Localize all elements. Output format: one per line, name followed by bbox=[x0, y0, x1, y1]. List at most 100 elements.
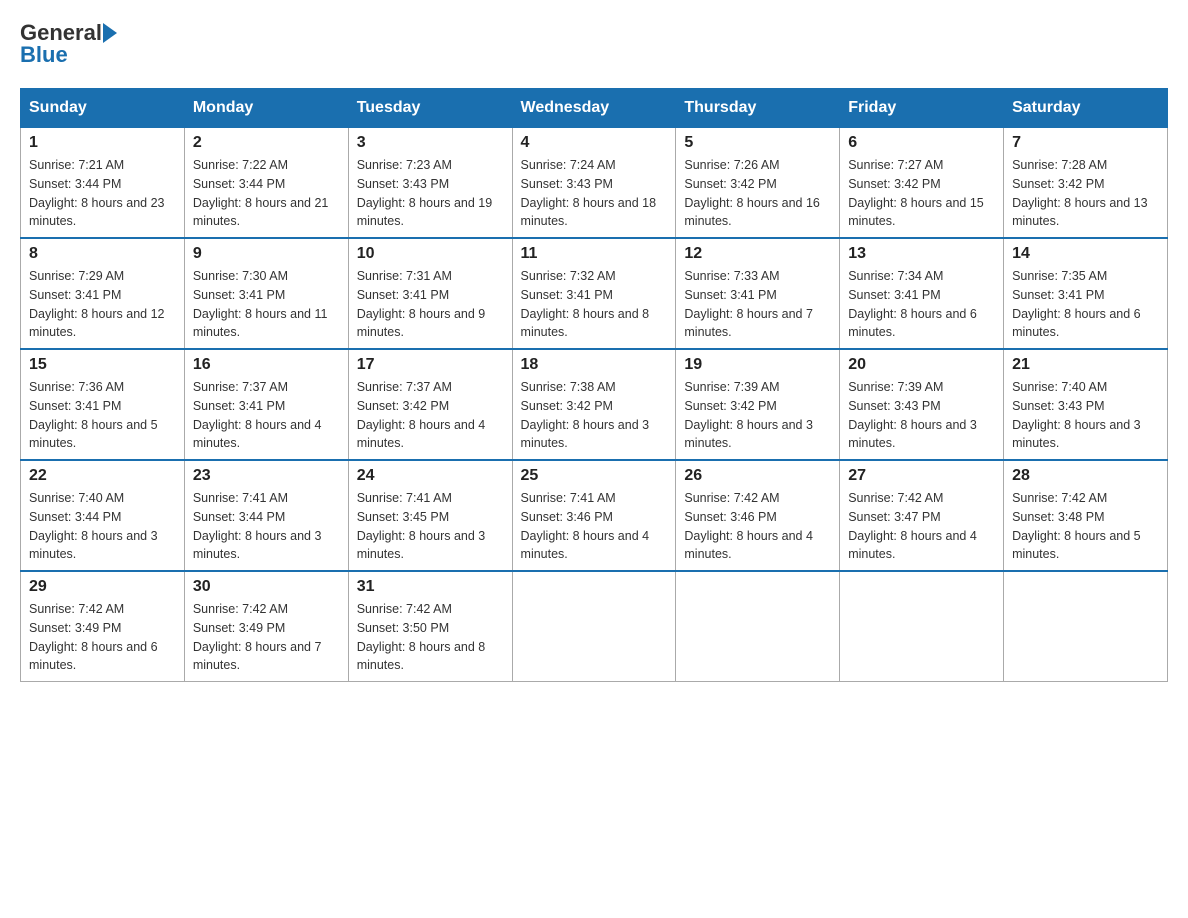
day-number: 11 bbox=[521, 245, 668, 263]
calendar-cell: 11 Sunrise: 7:32 AMSunset: 3:41 PMDayligh… bbox=[512, 238, 676, 349]
day-info: Sunrise: 7:39 AMSunset: 3:42 PMDaylight:… bbox=[684, 378, 831, 453]
day-number: 6 bbox=[848, 134, 995, 152]
calendar-cell: 21 Sunrise: 7:40 AMSunset: 3:43 PMDayligh… bbox=[1004, 349, 1168, 460]
day-info: Sunrise: 7:30 AMSunset: 3:41 PMDaylight:… bbox=[193, 267, 340, 342]
day-info: Sunrise: 7:21 AMSunset: 3:44 PMDaylight:… bbox=[29, 156, 176, 231]
day-number: 16 bbox=[193, 356, 340, 374]
logo-arrow-icon bbox=[103, 23, 117, 43]
calendar-cell: 7 Sunrise: 7:28 AMSunset: 3:42 PMDaylight… bbox=[1004, 128, 1168, 239]
calendar-cell: 23 Sunrise: 7:41 AMSunset: 3:44 PMDayligh… bbox=[184, 460, 348, 571]
calendar-cell: 13 Sunrise: 7:34 AMSunset: 3:41 PMDayligh… bbox=[840, 238, 1004, 349]
calendar-cell: 20 Sunrise: 7:39 AMSunset: 3:43 PMDayligh… bbox=[840, 349, 1004, 460]
calendar-cell: 3 Sunrise: 7:23 AMSunset: 3:43 PMDaylight… bbox=[348, 128, 512, 239]
header-day-sunday: Sunday bbox=[21, 89, 185, 128]
calendar-cell: 18 Sunrise: 7:38 AMSunset: 3:42 PMDayligh… bbox=[512, 349, 676, 460]
day-number: 10 bbox=[357, 245, 504, 263]
day-info: Sunrise: 7:23 AMSunset: 3:43 PMDaylight:… bbox=[357, 156, 504, 231]
day-number: 31 bbox=[357, 578, 504, 596]
header-day-monday: Monday bbox=[184, 89, 348, 128]
day-number: 15 bbox=[29, 356, 176, 374]
calendar-cell: 4Sunrise: 7:24 AMSunset: 3:43 PMDaylight… bbox=[512, 128, 676, 239]
logo: General Blue bbox=[20, 20, 118, 68]
calendar-cell: 10 Sunrise: 7:31 AMSunset: 3:41 PMDayligh… bbox=[348, 238, 512, 349]
day-info: Sunrise: 7:42 AMSunset: 3:49 PMDaylight:… bbox=[193, 600, 340, 675]
day-number: 2 bbox=[193, 134, 340, 152]
calendar-cell: 22 Sunrise: 7:40 AMSunset: 3:44 PMDayligh… bbox=[21, 460, 185, 571]
calendar-cell: 8 Sunrise: 7:29 AMSunset: 3:41 PMDaylight… bbox=[21, 238, 185, 349]
day-number: 4 bbox=[521, 134, 668, 152]
day-info: Sunrise: 7:41 AMSunset: 3:44 PMDaylight:… bbox=[193, 489, 340, 564]
calendar-cell bbox=[676, 571, 840, 682]
day-info: Sunrise: 7:27 AMSunset: 3:42 PMDaylight:… bbox=[848, 156, 995, 231]
day-number: 24 bbox=[357, 467, 504, 485]
header-row: SundayMondayTuesdayWednesdayThursdayFrid… bbox=[21, 89, 1168, 128]
day-info: Sunrise: 7:35 AMSunset: 3:41 PMDaylight:… bbox=[1012, 267, 1159, 342]
day-info: Sunrise: 7:37 AMSunset: 3:41 PMDaylight:… bbox=[193, 378, 340, 453]
week-row-5: 29Sunrise: 7:42 AMSunset: 3:49 PMDayligh… bbox=[21, 571, 1168, 682]
calendar-table: SundayMondayTuesdayWednesdayThursdayFrid… bbox=[20, 88, 1168, 682]
day-info: Sunrise: 7:36 AMSunset: 3:41 PMDaylight:… bbox=[29, 378, 176, 453]
day-info: Sunrise: 7:40 AMSunset: 3:44 PMDaylight:… bbox=[29, 489, 176, 564]
header-day-tuesday: Tuesday bbox=[348, 89, 512, 128]
calendar-cell bbox=[512, 571, 676, 682]
day-number: 21 bbox=[1012, 356, 1159, 374]
day-info: Sunrise: 7:28 AMSunset: 3:42 PMDaylight:… bbox=[1012, 156, 1159, 231]
header-day-thursday: Thursday bbox=[676, 89, 840, 128]
calendar-cell: 15 Sunrise: 7:36 AMSunset: 3:41 PMDayligh… bbox=[21, 349, 185, 460]
day-info: Sunrise: 7:22 AMSunset: 3:44 PMDaylight:… bbox=[193, 156, 340, 231]
day-info: Sunrise: 7:41 AMSunset: 3:46 PMDaylight:… bbox=[521, 489, 668, 564]
page-header: General Blue bbox=[20, 20, 1168, 68]
day-number: 20 bbox=[848, 356, 995, 374]
calendar-cell: 19 Sunrise: 7:39 AMSunset: 3:42 PMDayligh… bbox=[676, 349, 840, 460]
day-number: 28 bbox=[1012, 467, 1159, 485]
day-number: 30 bbox=[193, 578, 340, 596]
calendar-cell: 1 Sunrise: 7:21 AMSunset: 3:44 PMDaylight… bbox=[21, 128, 185, 239]
day-number: 8 bbox=[29, 245, 176, 263]
day-number: 18 bbox=[521, 356, 668, 374]
day-info: Sunrise: 7:38 AMSunset: 3:42 PMDaylight:… bbox=[521, 378, 668, 453]
header-day-wednesday: Wednesday bbox=[512, 89, 676, 128]
day-number: 13 bbox=[848, 245, 995, 263]
day-number: 12 bbox=[684, 245, 831, 263]
calendar-cell: 16 Sunrise: 7:37 AMSunset: 3:41 PMDayligh… bbox=[184, 349, 348, 460]
day-number: 26 bbox=[684, 467, 831, 485]
day-number: 5 bbox=[684, 134, 831, 152]
calendar-cell: 9 Sunrise: 7:30 AMSunset: 3:41 PMDaylight… bbox=[184, 238, 348, 349]
calendar-cell bbox=[1004, 571, 1168, 682]
day-info: Sunrise: 7:29 AMSunset: 3:41 PMDaylight:… bbox=[29, 267, 176, 342]
calendar-cell: 5 Sunrise: 7:26 AMSunset: 3:42 PMDaylight… bbox=[676, 128, 840, 239]
calendar-cell: 25 Sunrise: 7:41 AMSunset: 3:46 PMDayligh… bbox=[512, 460, 676, 571]
day-number: 3 bbox=[357, 134, 504, 152]
day-number: 25 bbox=[521, 467, 668, 485]
day-number: 22 bbox=[29, 467, 176, 485]
day-number: 7 bbox=[1012, 134, 1159, 152]
calendar-cell: 29Sunrise: 7:42 AMSunset: 3:49 PMDayligh… bbox=[21, 571, 185, 682]
day-info: Sunrise: 7:32 AMSunset: 3:41 PMDaylight:… bbox=[521, 267, 668, 342]
calendar-cell: 31 Sunrise: 7:42 AMSunset: 3:50 PMDayligh… bbox=[348, 571, 512, 682]
day-info: Sunrise: 7:33 AMSunset: 3:41 PMDaylight:… bbox=[684, 267, 831, 342]
calendar-cell: 14Sunrise: 7:35 AMSunset: 3:41 PMDayligh… bbox=[1004, 238, 1168, 349]
week-row-3: 15 Sunrise: 7:36 AMSunset: 3:41 PMDayligh… bbox=[21, 349, 1168, 460]
day-info: Sunrise: 7:42 AMSunset: 3:49 PMDaylight:… bbox=[29, 600, 176, 675]
day-number: 19 bbox=[684, 356, 831, 374]
day-info: Sunrise: 7:42 AMSunset: 3:46 PMDaylight:… bbox=[684, 489, 831, 564]
day-info: Sunrise: 7:42 AMSunset: 3:50 PMDaylight:… bbox=[357, 600, 504, 675]
day-number: 1 bbox=[29, 134, 176, 152]
week-row-4: 22 Sunrise: 7:40 AMSunset: 3:44 PMDayligh… bbox=[21, 460, 1168, 571]
day-number: 23 bbox=[193, 467, 340, 485]
calendar-cell: 12 Sunrise: 7:33 AMSunset: 3:41 PMDayligh… bbox=[676, 238, 840, 349]
day-number: 27 bbox=[848, 467, 995, 485]
day-info: Sunrise: 7:41 AMSunset: 3:45 PMDaylight:… bbox=[357, 489, 504, 564]
day-info: Sunrise: 7:26 AMSunset: 3:42 PMDaylight:… bbox=[684, 156, 831, 231]
header-day-friday: Friday bbox=[840, 89, 1004, 128]
day-info: Sunrise: 7:37 AMSunset: 3:42 PMDaylight:… bbox=[357, 378, 504, 453]
day-info: Sunrise: 7:40 AMSunset: 3:43 PMDaylight:… bbox=[1012, 378, 1159, 453]
day-info: Sunrise: 7:31 AMSunset: 3:41 PMDaylight:… bbox=[357, 267, 504, 342]
day-info: Sunrise: 7:39 AMSunset: 3:43 PMDaylight:… bbox=[848, 378, 995, 453]
week-row-2: 8 Sunrise: 7:29 AMSunset: 3:41 PMDaylight… bbox=[21, 238, 1168, 349]
day-number: 9 bbox=[193, 245, 340, 263]
day-info: Sunrise: 7:34 AMSunset: 3:41 PMDaylight:… bbox=[848, 267, 995, 342]
header-day-saturday: Saturday bbox=[1004, 89, 1168, 128]
day-info: Sunrise: 7:42 AMSunset: 3:47 PMDaylight:… bbox=[848, 489, 995, 564]
logo-blue-text: Blue bbox=[20, 42, 68, 68]
